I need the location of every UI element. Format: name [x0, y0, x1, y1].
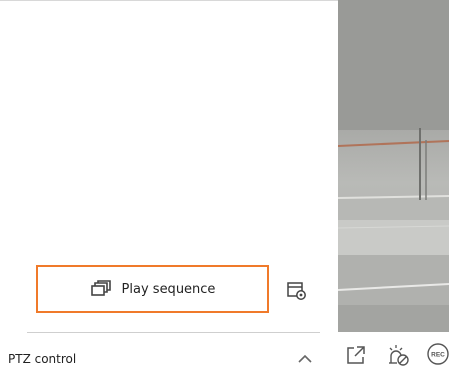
popout-icon [347, 346, 365, 364]
play-sequence-label: Play sequence [121, 281, 216, 297]
sequence-windows-icon [90, 280, 112, 298]
play-sequence-button[interactable]: Play sequence [36, 265, 269, 313]
ptz-control-label: PTZ control [8, 352, 77, 366]
camera-video-view[interactable] [338, 0, 449, 332]
section-divider [27, 332, 320, 333]
record-icon: REC [427, 343, 449, 365]
chevron-up-icon [298, 354, 312, 363]
left-panel: Play sequence PTZ control [0, 0, 338, 383]
sequence-settings-icon [287, 282, 306, 300]
popout-button[interactable] [345, 344, 367, 366]
panel-divider-top [0, 0, 338, 1]
camera-feed-image [338, 0, 449, 332]
sequence-settings-button[interactable] [286, 281, 308, 301]
ptz-collapse-toggle[interactable] [295, 351, 315, 367]
alarm-off-icon [389, 345, 409, 366]
record-button[interactable]: REC [426, 342, 449, 366]
record-icon-text: REC [431, 352, 445, 359]
alarm-off-button[interactable] [387, 343, 411, 367]
